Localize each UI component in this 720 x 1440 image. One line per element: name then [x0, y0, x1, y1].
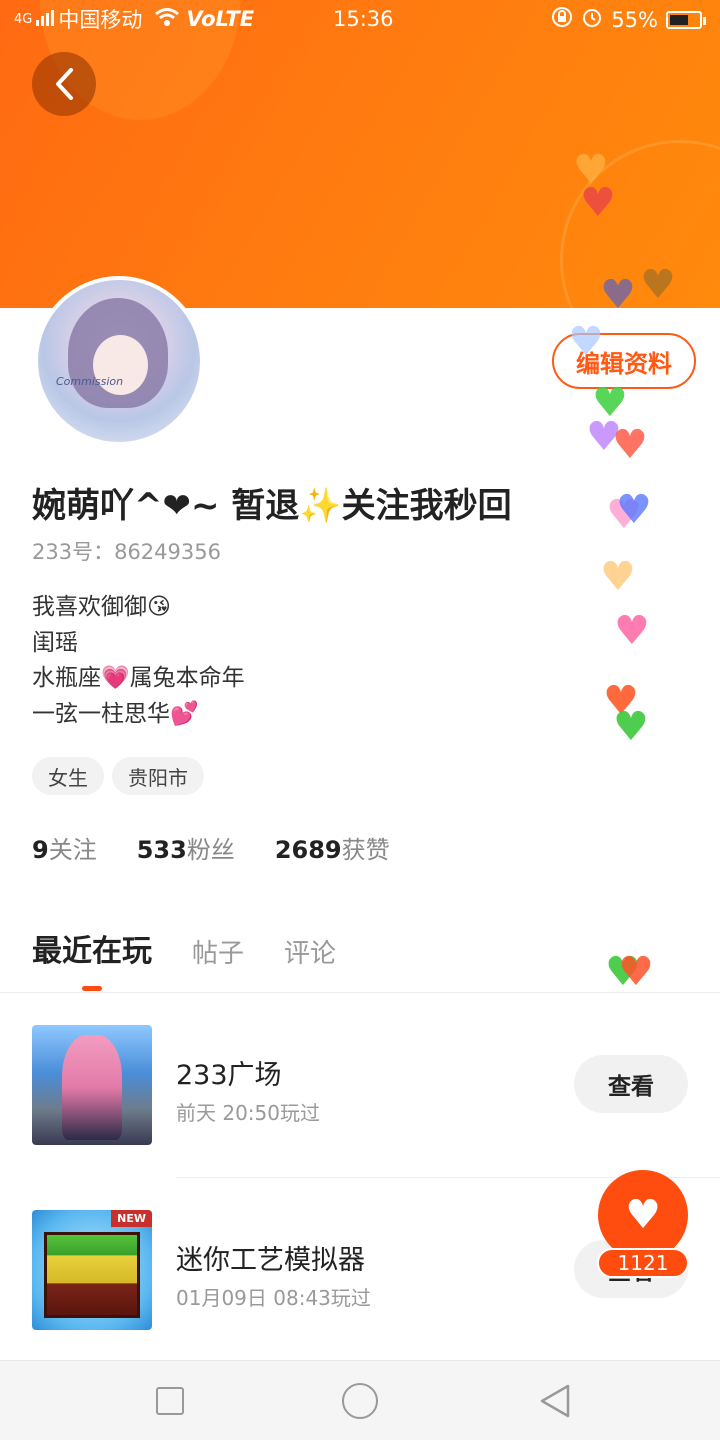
fans-count: 533 [136, 836, 187, 864]
avatar[interactable]: Commission [34, 276, 204, 446]
avatar-image: Commission [38, 280, 200, 442]
new-badge: NEW [111, 1210, 152, 1227]
fans-stat[interactable]: 533粉丝 [137, 830, 235, 865]
floating-heart-icon: ♥ [614, 608, 650, 654]
system-nav-bar [0, 1360, 720, 1440]
profile-banner [0, 0, 720, 308]
profile-tags: 女生 贵阳市 [32, 757, 204, 795]
tab-comments[interactable]: 评论 [284, 933, 336, 970]
fans-label: 粉丝 [186, 836, 235, 864]
rotation-lock-icon [551, 6, 573, 33]
carrier-name: 中国移动 [58, 8, 143, 32]
game-played-time: 前天 20:50玩过 [176, 1101, 320, 1125]
bio-line: 水瓶座💗属兔本命年 [32, 665, 245, 691]
signal-icon [36, 7, 55, 31]
game-title: 233广场 [176, 1060, 282, 1091]
home-button[interactable] [342, 1383, 378, 1419]
floating-heart-icon: ♥ [613, 704, 649, 750]
profile-bio: 我喜欢御御😘 闺瑶 水瓶座💗属兔本命年 一弦一柱思华💕 [32, 590, 245, 732]
like-button[interactable]: ♥ [598, 1170, 688, 1260]
profile-tabs: 最近在玩 帖子 评论 [32, 926, 336, 991]
profile-stats: 9关注 533粉丝 2689获赞 [32, 830, 390, 865]
list-item[interactable]: 233广场 前天 20:50玩过 查看 [32, 1025, 688, 1145]
following-label: 关注 [48, 836, 97, 864]
floating-heart-icon: ♥ [616, 487, 652, 533]
clock: 15:36 [333, 7, 394, 31]
tab-recently-played[interactable]: 最近在玩 [32, 926, 152, 991]
following-stat[interactable]: 9关注 [32, 830, 97, 865]
game-title: 迷你工艺模拟器 [176, 1245, 365, 1276]
active-tab-indicator [82, 986, 102, 991]
battery-percent: 55% [611, 7, 658, 32]
bio-line: 闺瑶 [32, 629, 78, 656]
network-type: 4G [14, 11, 33, 27]
location-tag: 贵阳市 [112, 757, 204, 795]
profile-name: 婉萌吖^❤~ 暂退✨关注我秒回 [32, 486, 512, 526]
tab-posts[interactable]: 帖子 [192, 933, 244, 970]
floating-heart-icon: ♥ [568, 319, 604, 365]
bio-line: 一弦一柱思华💕 [32, 700, 199, 727]
recent-apps-button[interactable] [156, 1387, 184, 1415]
status-bar: 4G 中国移动 VoLTE 15:36 55% [0, 0, 720, 38]
list-item[interactable]: NEW 迷你工艺模拟器 01月09日 08:43玩过 查看 [32, 1210, 688, 1330]
heart-icon: ♥ [625, 1192, 661, 1238]
floating-heart-icon: ♥ [600, 554, 636, 600]
floating-heart-icon: ♥ [640, 262, 676, 308]
wifi-icon [154, 7, 180, 32]
following-count: 9 [32, 836, 49, 864]
view-button[interactable]: 查看 [574, 1055, 688, 1113]
likes-stat[interactable]: 2689获赞 [275, 830, 390, 865]
battery-icon [666, 10, 706, 29]
game-played-time: 01月09日 08:43玩过 [176, 1286, 371, 1310]
alarm-icon [581, 6, 603, 33]
game-thumbnail: NEW [32, 1210, 152, 1330]
back-triangle-icon [540, 1384, 570, 1418]
gender-tag: 女生 [32, 757, 104, 795]
tab-label: 最近在玩 [32, 934, 152, 969]
system-back-button[interactable] [538, 1383, 572, 1423]
chevron-left-icon [56, 68, 73, 100]
floating-heart-icon: ♥ [600, 272, 636, 318]
floating-heart-icon: ♥ [612, 422, 648, 468]
like-count: 1121 [597, 1248, 689, 1278]
user-id: 233号：86249356 [32, 540, 221, 564]
game-thumbnail [32, 1025, 152, 1145]
likes-count: 2689 [274, 836, 342, 864]
avatar-signature: Commission [56, 375, 124, 388]
floating-heart-icon: ♥ [618, 949, 654, 995]
back-button[interactable] [32, 52, 96, 116]
floating-heart-icon: ♥ [580, 180, 616, 226]
volte-indicator: VoLTE [186, 7, 255, 31]
bio-line: 我喜欢御御😘 [32, 594, 171, 620]
likes-label: 获赞 [341, 836, 390, 864]
